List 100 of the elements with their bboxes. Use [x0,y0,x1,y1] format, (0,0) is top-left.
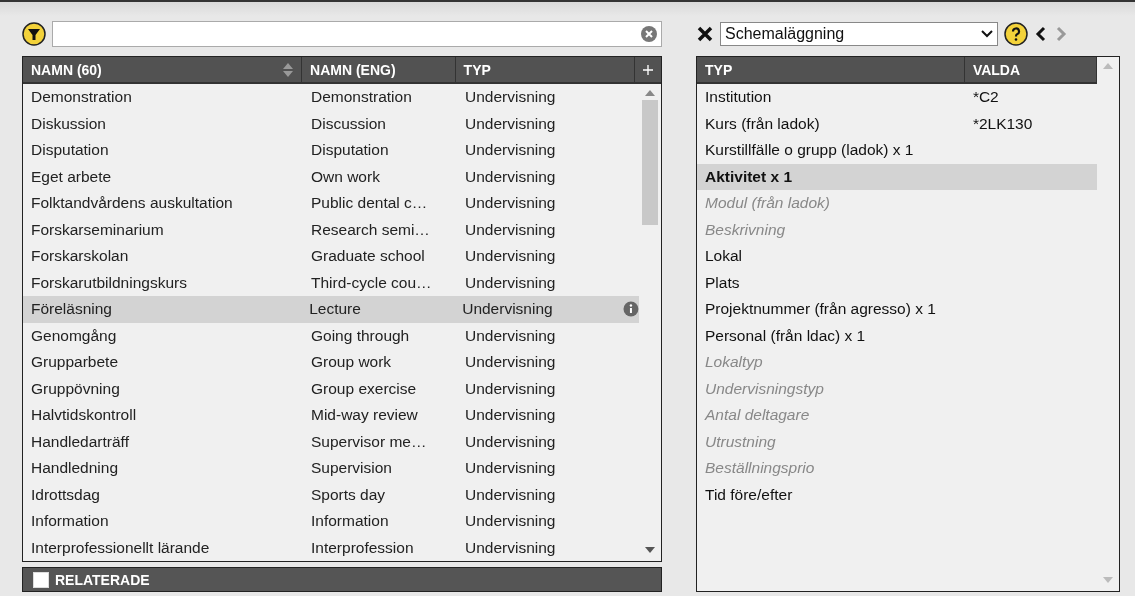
scroll-down-icon[interactable] [645,547,655,553]
name-cell-text: Diskussion [30,114,107,133]
related-checkbox[interactable] [33,571,49,588]
table-row[interactable]: Genomgång Going through Undervisning [23,322,639,349]
filter-field[interactable] [52,21,662,47]
info-icon[interactable] [623,301,639,318]
type-cell-text: Undervisning [464,353,557,372]
table-row[interactable]: Eget arbete Own work Undervisning [23,163,639,190]
type-cell-text: Antal deltagare [703,406,811,425]
table-row[interactable]: Kurstillfälle o grupp (ladok) x 1 [697,137,1097,164]
table-row[interactable]: Lokal [697,243,1097,270]
english-name-cell-text: Mid-way review [310,406,419,425]
english-name-cell-text: Group work [310,353,393,372]
table-row[interactable]: Information Information Undervisning [23,508,639,535]
type-cell-text: Undervisning [464,432,557,451]
type-cell-text: Beskrivning [704,220,787,239]
name-cell-text: Eget arbete [30,167,113,186]
type-cell-text: Undervisning [464,512,557,531]
previous-icon[interactable] [1034,26,1048,42]
english-name-cell-text: Disputation [310,141,390,160]
type-cell-text: Undervisning [464,459,557,478]
type-cell-text: Personal (från ldac) x 1 [704,326,867,345]
column-header[interactable]: NAMN (ENG) [302,57,456,82]
column-header[interactable]: VALDA [964,57,1097,82]
table-row[interactable]: Forskarskolan Graduate school Undervisning [23,243,639,270]
selected-value-cell-text: *C2 [971,88,1000,107]
type-cell-text: Undervisning [464,326,557,345]
scroll-up-icon[interactable] [645,90,655,96]
type-cell-text: Projektnummer (från agresso) x 1 [704,300,937,319]
table-row[interactable]: Kurs (från ladok) *2LK130 [697,110,1097,137]
type-cell-text: Kurstillfälle o grupp (ladok) x 1 [704,141,915,160]
table-row[interactable]: Plats [697,269,1097,296]
name-cell-text: Föreläsning [30,300,113,319]
table-row[interactable]: Idrottsdag Sports day Undervisning [23,481,639,508]
type-cell-text: Undervisning [464,273,557,292]
name-cell-text: Disputation [30,141,110,160]
english-name-cell-text: Third-cycle cou… [310,273,433,292]
type-cell-text: Undervisningstyp [704,379,825,398]
type-cell-text: Aktivitet x 1 [704,167,793,186]
type-cell-text: Kurs (från ladok) [704,114,821,133]
related-label: RELATERADE [55,571,150,588]
column-header[interactable]: TYP [455,57,635,82]
name-cell-text: Genomgång [30,326,118,345]
type-cell-text: Undervisning [464,538,557,557]
type-cell-text: Beställningsprio [704,459,816,478]
english-name-cell-text: Research semi… [310,220,431,239]
name-cell-text: Handledarträff [30,432,130,451]
english-name-cell-text: Supervision [310,459,393,478]
name-cell-text: Halvtidskontroll [30,406,138,425]
table-row[interactable]: Tid före/efter [697,481,1097,508]
english-name-cell-text: Going through [310,326,411,345]
table-row[interactable]: Disputation Disputation Undervisning [23,137,639,164]
type-cell-text: Undervisning [464,194,557,213]
name-cell-text: Folktandvårdens auskultation [30,194,234,213]
table-row[interactable]: Handledarträff Supervisor me… Undervisning [23,428,639,455]
view-select[interactable]: Schemaläggning [720,22,998,46]
table-row[interactable]: Aktivitet x 1 [697,163,1097,190]
help-icon[interactable] [1004,22,1028,46]
table-row[interactable]: Forskarutbildningskurs Third-cycle cou… Undervisning [23,269,639,296]
type-cell-text: Undervisning [461,300,554,319]
table-row[interactable]: Forskarseminarium Research semi… Undervisning [23,216,639,243]
table-row[interactable]: Gruppövning Group exercise Undervisning [23,375,639,402]
type-cell-text: Lokal [704,247,744,266]
add-icon[interactable] [643,63,653,76]
type-cell-text: Undervisning [464,406,557,425]
type-cell-text: Modul (från ladok) [704,194,831,213]
clear-icon[interactable] [641,26,657,42]
sort-icon[interactable] [283,62,294,77]
table-row[interactable]: Institution *C2 [697,84,1097,111]
name-cell-text: Grupparbete [30,353,120,372]
table-row[interactable]: Halvtidskontroll Mid-way review Undervisning [23,402,639,429]
table-row[interactable]: Grupparbete Group work Undervisning [23,349,639,376]
table-row[interactable]: Personal (från ldac) x 1 [697,322,1097,349]
table-row[interactable]: Föreläsning Lecture Undervisning [23,296,639,323]
english-name-cell-text: Sports day [310,485,387,504]
table-row[interactable]: Folktandvårdens auskultation Public dental c… Undervisning [23,190,639,217]
name-cell-text: Handledning [30,459,120,478]
scroll-thumb[interactable] [642,100,658,225]
column-header[interactable]: NAMN (60) [23,57,303,82]
name-cell-text: Forskarskolan [30,247,130,266]
next-icon[interactable] [1054,26,1068,42]
close-icon[interactable] [696,25,714,43]
type-cell-text: Undervisning [464,167,557,186]
table-row[interactable]: Demonstration Demonstration Undervisning [23,84,639,111]
name-cell-text: Interprofessionellt lärande [30,538,211,557]
type-cell-text: Undervisning [464,220,557,239]
type-cell-text: Undervisning [464,141,557,160]
column-header[interactable]: TYP [697,57,965,82]
type-cell-text: Plats [704,273,741,292]
table-row[interactable]: Diskussion Discussion Undervisning [23,110,639,137]
type-cell-text: Undervisning [464,247,557,266]
table-row[interactable]: Interprofessionellt lärande Interprofession Undervisning [23,534,639,561]
chevron-down-icon [981,30,993,38]
name-cell-text: Demonstration [30,88,133,107]
english-name-cell-text: Demonstration [310,88,413,107]
filter-icon[interactable] [22,22,46,46]
table-row[interactable]: Projektnummer (från agresso) x 1 [697,296,1097,323]
name-cell-text: Forskarutbildningskurs [30,273,188,292]
table-row[interactable]: Handledning Supervision Undervisning [23,455,639,482]
type-cell-text: Lokaltyp [704,353,764,372]
